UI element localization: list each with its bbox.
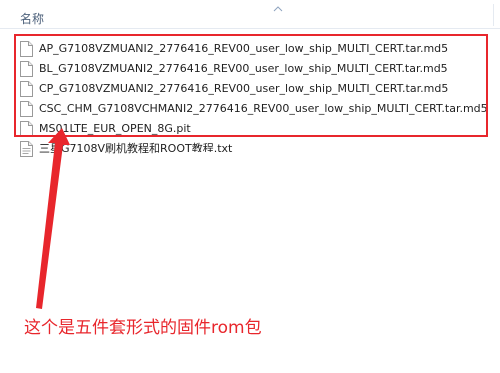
file-row[interactable]: CSC_CHM_G7108VCHMANI2_2776416_REV00_user… [20, 99, 488, 119]
document-icon [20, 41, 33, 57]
name-column-header[interactable]: 名称 [20, 12, 44, 26]
file-row[interactable]: CP_G7108VZMUANI2_2776416_REV00_user_low_… [20, 79, 488, 99]
file-explorer-window: 名称 AP_G7108VZMUANI2_2776416_REV00_user_l… [0, 0, 500, 373]
file-name: AP_G7108VZMUANI2_2776416_REV00_user_low_… [39, 42, 449, 55]
file-name: BL_G7108VZMUANI2_2776416_REV00_user_low_… [39, 62, 448, 75]
file-row[interactable]: BL_G7108VZMUANI2_2776416_REV00_user_low_… [20, 59, 488, 79]
file-name: CSC_CHM_G7108VCHMANI2_2776416_REV00_user… [39, 102, 488, 115]
document-icon [20, 101, 33, 117]
blank-area [178, 152, 335, 264]
sort-ascending-icon[interactable] [273, 6, 283, 12]
file-row[interactable]: AP_G7108VZMUANI2_2776416_REV00_user_low_… [20, 39, 488, 59]
file-row[interactable]: MS01LTE_EUR_OPEN_8G.pit [20, 119, 488, 139]
column-header: 名称 [0, 0, 500, 29]
column-divider[interactable] [493, 4, 494, 26]
document-icon [20, 61, 33, 77]
file-list: AP_G7108VZMUANI2_2776416_REV00_user_low_… [20, 39, 488, 159]
file-name: MS01LTE_EUR_OPEN_8G.pit [39, 122, 191, 135]
annotation-caption: 这个是五件套形式的固件rom包 [24, 318, 262, 338]
document-icon [20, 81, 33, 97]
text-file-icon [20, 141, 33, 157]
document-icon [20, 121, 33, 137]
file-name: CP_G7108VZMUANI2_2776416_REV00_user_low_… [39, 82, 449, 95]
